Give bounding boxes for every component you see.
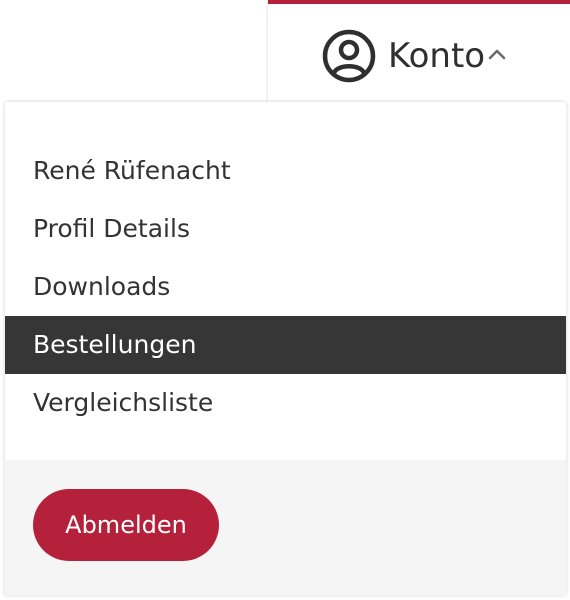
account-menu-list: René Rüfenacht Profil Details Downloads …	[5, 142, 566, 432]
menu-item-downloads[interactable]: Downloads	[5, 258, 566, 316]
account-label: Konto	[388, 36, 486, 76]
menu-item-compare-list[interactable]: Vergleichsliste	[5, 374, 566, 432]
logout-button[interactable]: Abmelden	[33, 489, 219, 561]
account-menu-screen: Konto René Rüfenacht Profil Details Down…	[0, 0, 570, 600]
menu-item-profile-details[interactable]: Profil Details	[5, 200, 566, 258]
menu-item-user-name[interactable]: René Rüfenacht	[5, 142, 566, 200]
chevron-up-icon	[488, 49, 506, 60]
dropdown-footer: Abmelden	[5, 460, 566, 595]
account-menu-toggle[interactable]: Konto	[268, 0, 570, 104]
user-circle-icon	[322, 29, 376, 83]
menu-item-orders[interactable]: Bestellungen	[5, 316, 566, 374]
account-dropdown: René Rüfenacht Profil Details Downloads …	[5, 102, 566, 595]
